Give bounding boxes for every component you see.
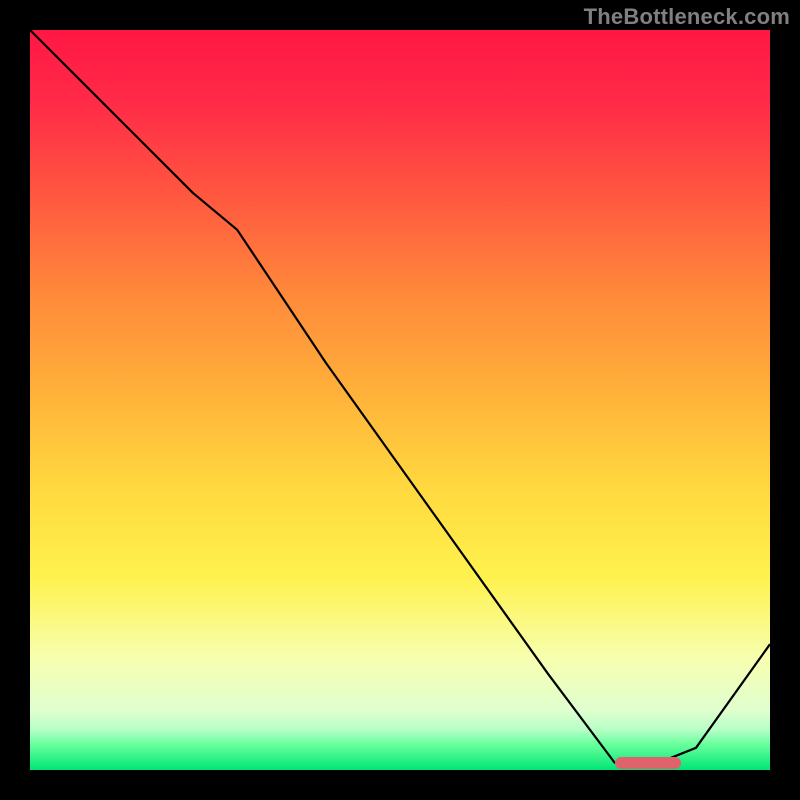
plateau-marker [615, 757, 682, 769]
attribution-label: TheBottleneck.com [584, 4, 790, 30]
plot-area [30, 30, 770, 770]
chart-container: TheBottleneck.com [0, 0, 800, 800]
background-gradient [30, 30, 770, 770]
